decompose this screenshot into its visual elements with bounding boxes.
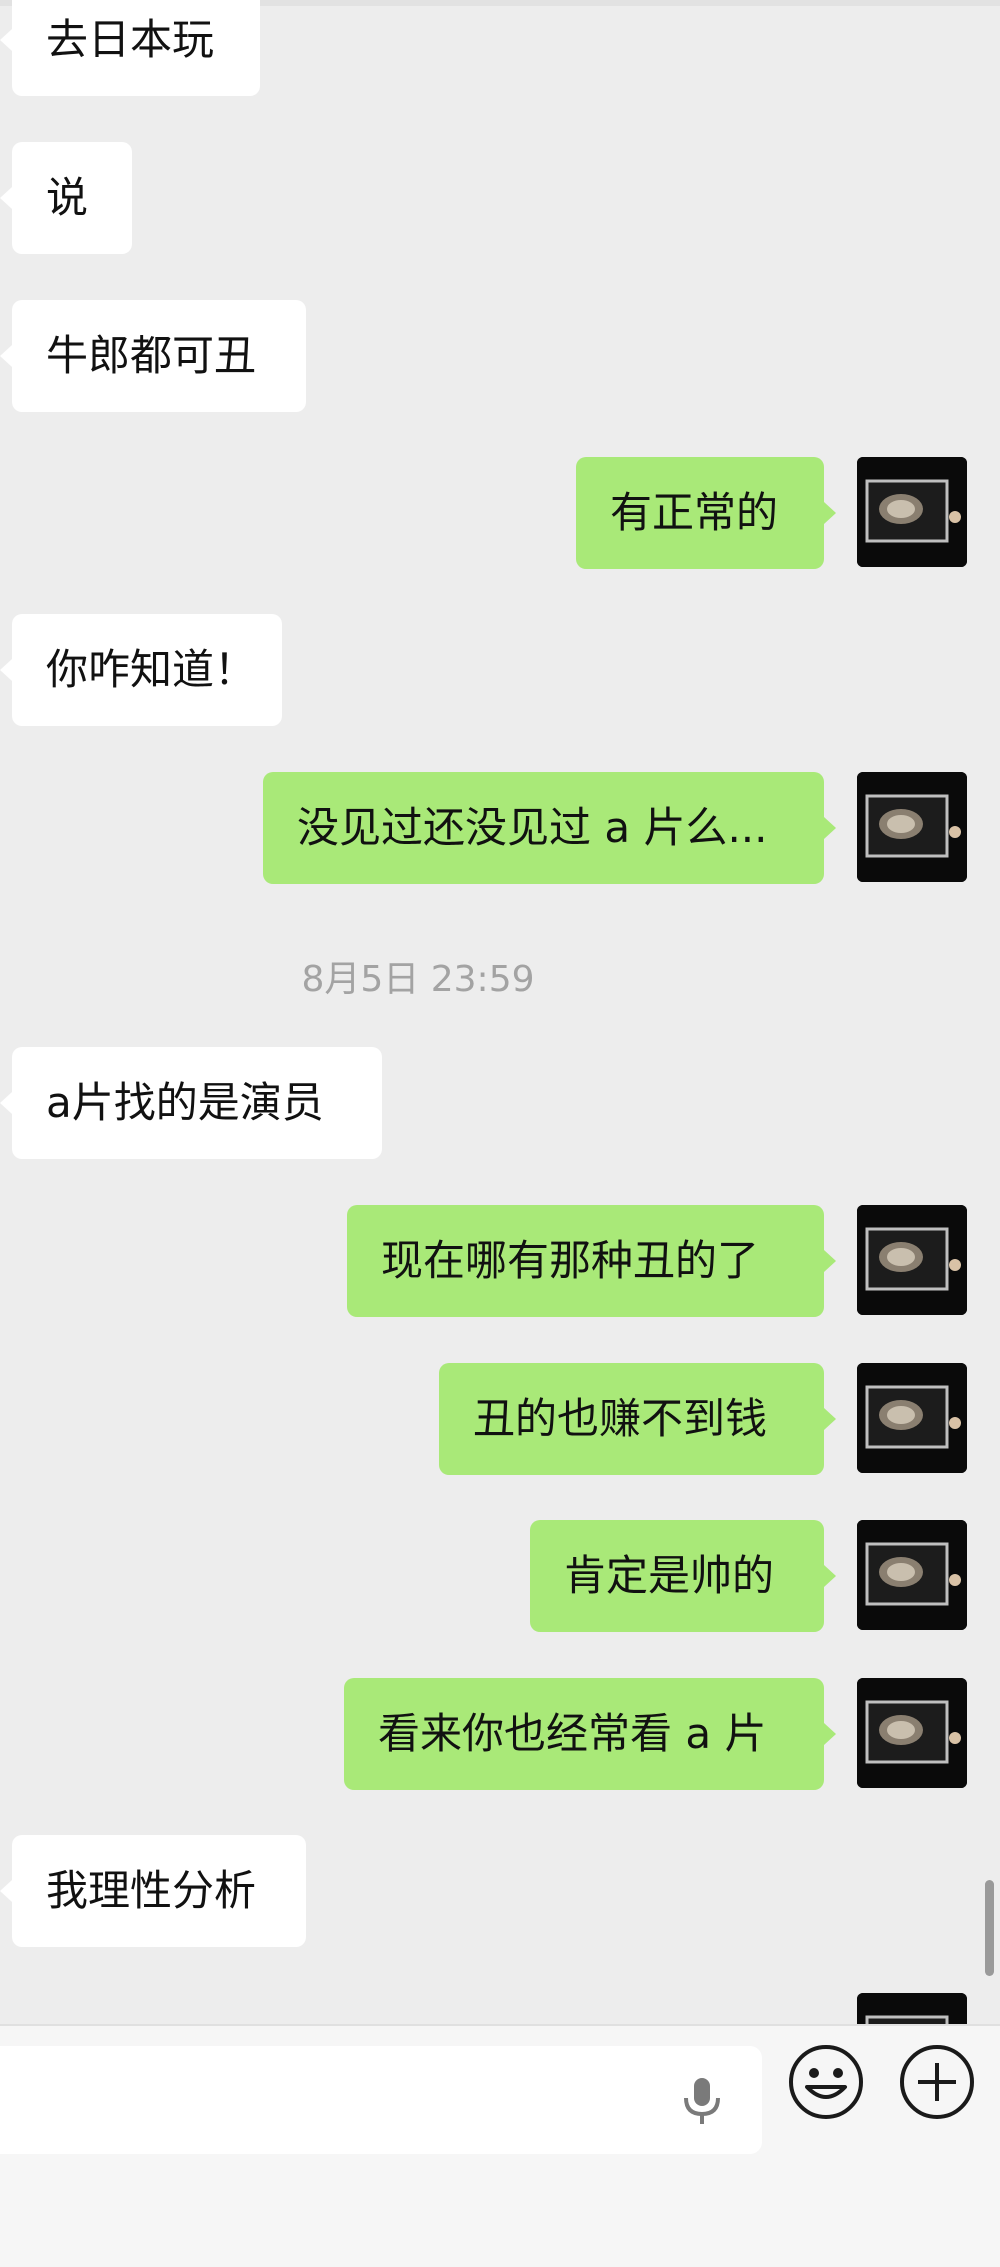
user-avatar[interactable] — [857, 1993, 967, 2024]
avatar-image-icon — [857, 1520, 967, 1630]
avatar-image-icon — [857, 1363, 967, 1473]
user-avatar[interactable] — [857, 1363, 967, 1473]
message-bubble[interactable]: 肯定是帅的 — [530, 1520, 836, 1632]
avatar-image-icon — [857, 1205, 967, 1315]
avatar-image-icon — [857, 1993, 967, 2024]
plus-circle-icon[interactable] — [898, 2043, 976, 2121]
message-bubble[interactable]: a片找的是演员 — [0, 1047, 382, 1159]
user-avatar[interactable] — [857, 772, 967, 882]
message-bubble[interactable]: 牛郎都可丑 — [0, 300, 306, 412]
user-avatar[interactable] — [857, 1520, 967, 1630]
message-bubble[interactable]: 有正常的 — [576, 457, 836, 569]
message-bubble[interactable]: 现在哪有那种丑的了 — [347, 1205, 836, 1317]
message-bubble[interactable]: 你咋知道！ — [0, 614, 282, 726]
message-bubble[interactable]: 说 — [0, 142, 132, 254]
message-bubble[interactable]: 丑的也赚不到钱 — [439, 1363, 836, 1475]
smiley-face-icon[interactable] — [787, 2043, 865, 2121]
message-bubble[interactable]: 没见过还没见过 a 片么... — [263, 772, 836, 884]
toolbar-divider — [0, 2024, 1000, 2026]
user-avatar[interactable] — [857, 1205, 967, 1315]
input-toolbar — [0, 2024, 1000, 2267]
scrollbar-thumb[interactable] — [985, 1880, 994, 1976]
avatar-image-icon — [857, 1678, 967, 1788]
message-bubble[interactable]: 我理性分析 — [0, 1835, 306, 1947]
message-timestamp: 8月5日 23:59 — [301, 959, 535, 1000]
user-avatar[interactable] — [857, 457, 967, 567]
user-avatar[interactable] — [857, 1678, 967, 1788]
message-list[interactable]: 去日本玩 说 牛郎都可丑 有正常的 你咋知道！ 没见过还没见过 a 片么... — [0, 0, 1000, 2024]
message-bubble[interactable]: 看来你也经常看 a 片 — [344, 1678, 836, 1790]
avatar-image-icon — [857, 457, 967, 567]
message-bubble[interactable]: 去日本玩 — [0, 0, 260, 96]
avatar-image-icon — [857, 772, 967, 882]
message-input[interactable] — [0, 2046, 762, 2154]
microphone-icon[interactable] — [680, 2076, 724, 2126]
